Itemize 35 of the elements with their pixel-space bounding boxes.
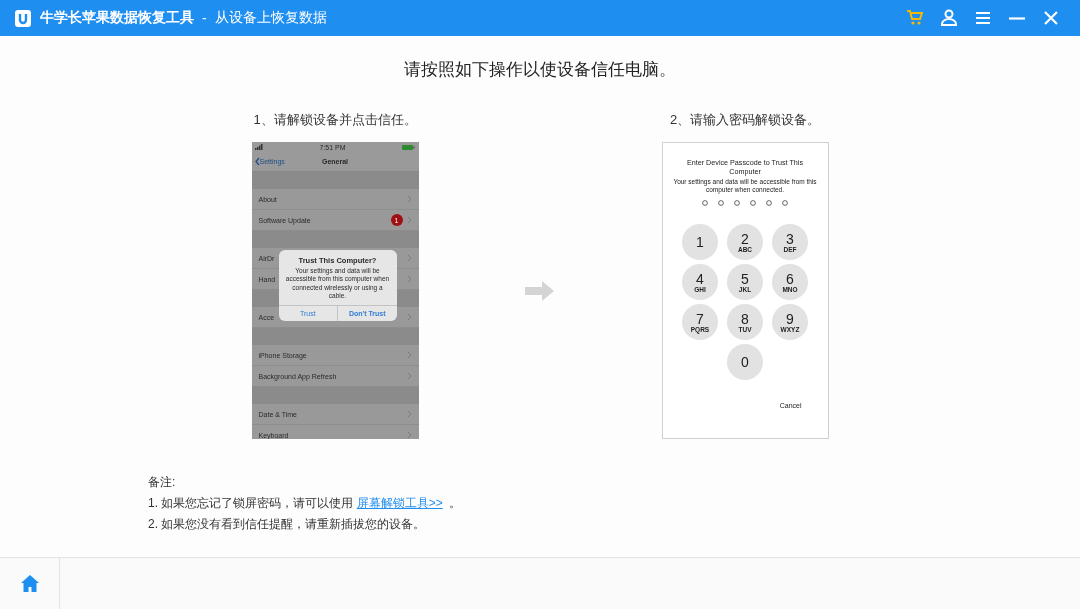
chevron-icon — [406, 431, 412, 439]
chevron-icon — [406, 275, 412, 283]
passcode-dot-icon — [766, 200, 772, 207]
chevron-left-icon — [254, 157, 260, 166]
signal-icon — [254, 144, 263, 150]
home-icon — [19, 574, 40, 593]
notes-title: 备注: — [148, 474, 177, 491]
minimize-icon — [1009, 16, 1025, 20]
app-title: 牛学长苹果数据恢复工具 — [40, 9, 194, 27]
chevron-icon — [406, 410, 412, 418]
chevron-icon — [406, 216, 412, 224]
note-text: 2. 如果您没有看到信任提醒，请重新插拔您的设备。 — [148, 516, 427, 533]
chevron-icon — [406, 372, 412, 380]
page-subtitle: 从设备上恢复数据 — [214, 9, 327, 27]
chevron-icon — [406, 313, 412, 321]
passcode-dot-icon — [782, 200, 788, 207]
step-label: 2、请输入密码解锁设备。 — [669, 111, 821, 129]
page-heading: 请按照如下操作以使设备信任电脑。 — [404, 59, 676, 81]
user-icon — [939, 8, 959, 28]
chevron-icon — [406, 254, 412, 262]
unlock-tool-link[interactable]: 屏幕解锁工具>> — [356, 496, 443, 510]
battery-icon — [402, 144, 416, 150]
keypad-key[interactable]: 0 — [727, 344, 763, 381]
chevron-icon — [406, 351, 412, 359]
passcode-dot-icon — [734, 200, 740, 207]
app-logo-icon — [14, 8, 32, 28]
passcode-dot-icon — [750, 200, 756, 207]
passcode-dot-icon — [718, 200, 724, 207]
passcode-dot-icon — [702, 200, 708, 207]
chevron-icon — [406, 195, 412, 203]
keypad-key[interactable]: 1 — [682, 224, 718, 261]
note-text: 1. 如果您忘记了锁屏密码，请可以使用 屏幕解锁工具>> 。 — [148, 495, 462, 512]
arrow-right-icon — [525, 279, 555, 302]
step-label: 1、请解锁设备并点击信任。 — [253, 111, 417, 129]
title-separator: - — [202, 10, 207, 26]
